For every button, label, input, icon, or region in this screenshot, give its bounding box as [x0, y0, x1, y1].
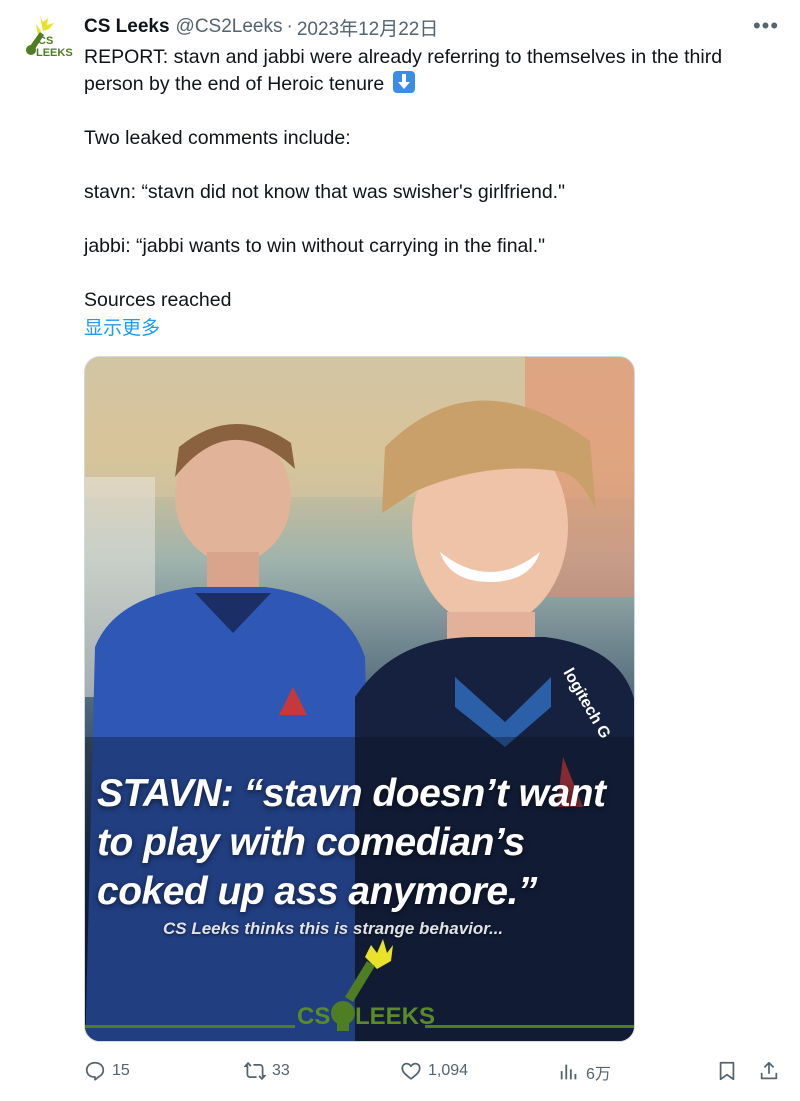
share-button[interactable]	[758, 1060, 780, 1082]
reply-icon	[85, 1061, 105, 1081]
avatar-text-top: CS	[38, 35, 53, 47]
tweet-paragraph-3: stavn: “stavn did not know that was swis…	[84, 181, 566, 203]
reply-button[interactable]: 15	[84, 1060, 130, 1082]
views-icon	[560, 1064, 577, 1080]
media-headline-line-2: to play with comedian’s	[97, 821, 525, 864]
more-options-icon[interactable]: •••	[752, 13, 780, 38]
separator: ·	[286, 16, 293, 37]
share-icon	[760, 1061, 778, 1080]
media-subline: CS Leeks thinks this is strange behavior…	[163, 919, 504, 938]
show-more-link[interactable]: 显示更多	[84, 313, 160, 340]
like-button[interactable]: 1,094	[400, 1060, 468, 1082]
bookmark-icon	[719, 1061, 735, 1081]
down-arrow-emoji-icon	[392, 71, 415, 93]
tweet-date[interactable]: 2023年12月22日	[297, 14, 439, 41]
avatar[interactable]: CS LEEKS	[18, 14, 74, 62]
tweet-line-2-wrap: person by the end of Heroic tenure	[84, 71, 774, 98]
views-button[interactable]: 6万	[558, 1060, 611, 1084]
retweet-count: 33	[272, 1062, 290, 1079]
media-divider-left	[85, 1025, 295, 1028]
media-divider-right	[425, 1025, 634, 1028]
avatar-text-bottom: LEEKS	[36, 47, 73, 59]
reply-count: 15	[112, 1062, 130, 1079]
tweet-card: CS LEEKS CS Leeks @CS2Leeks · 2023年12月22…	[0, 0, 800, 1101]
media-logo-left: CS	[297, 1003, 331, 1030]
tweet-text: REPORT: stavn and jabbi were already ref…	[84, 44, 774, 314]
media-headline: STAVN: “stavn doesn’t want to play with …	[97, 769, 634, 916]
bookmark-button[interactable]	[716, 1060, 738, 1082]
tweet-line-2: person by the end of Heroic tenure	[84, 73, 385, 95]
retweet-button[interactable]: 33	[244, 1060, 290, 1082]
media-artwork: logitech G	[85, 357, 634, 1041]
media-brand-logo: CS LEEKS	[297, 997, 435, 1033]
like-icon	[401, 1062, 421, 1080]
tweet-paragraph-2: Two leaked comments include:	[84, 127, 351, 149]
views-count: 6万	[586, 1066, 611, 1083]
tweet-header: CS Leeks @CS2Leeks · 2023年12月22日	[84, 14, 438, 40]
account-name[interactable]: CS Leeks	[84, 16, 170, 38]
like-count: 1,094	[428, 1062, 469, 1079]
retweet-icon	[244, 1061, 266, 1081]
media-headline-line-1: STAVN: “stavn doesn’t want	[97, 772, 606, 815]
tweet-line-1: REPORT: stavn and jabbi were already ref…	[84, 46, 723, 68]
account-handle[interactable]: @CS2Leeks	[176, 16, 283, 38]
media-headline-line-3: coked up ass anymore.”	[97, 870, 537, 913]
media-logo-right: LEEKS	[355, 1003, 436, 1030]
tweet-paragraph-5: Sources reached	[84, 289, 232, 311]
tweet-paragraph-4: jabbi: “jabbi wants to win without carry…	[84, 235, 546, 257]
tweet-action-bar: 15 33 1,094 6万	[84, 1060, 784, 1090]
tweet-media-image[interactable]: logitech G STAVN: “stavn doesn’t want to…	[84, 356, 635, 1042]
